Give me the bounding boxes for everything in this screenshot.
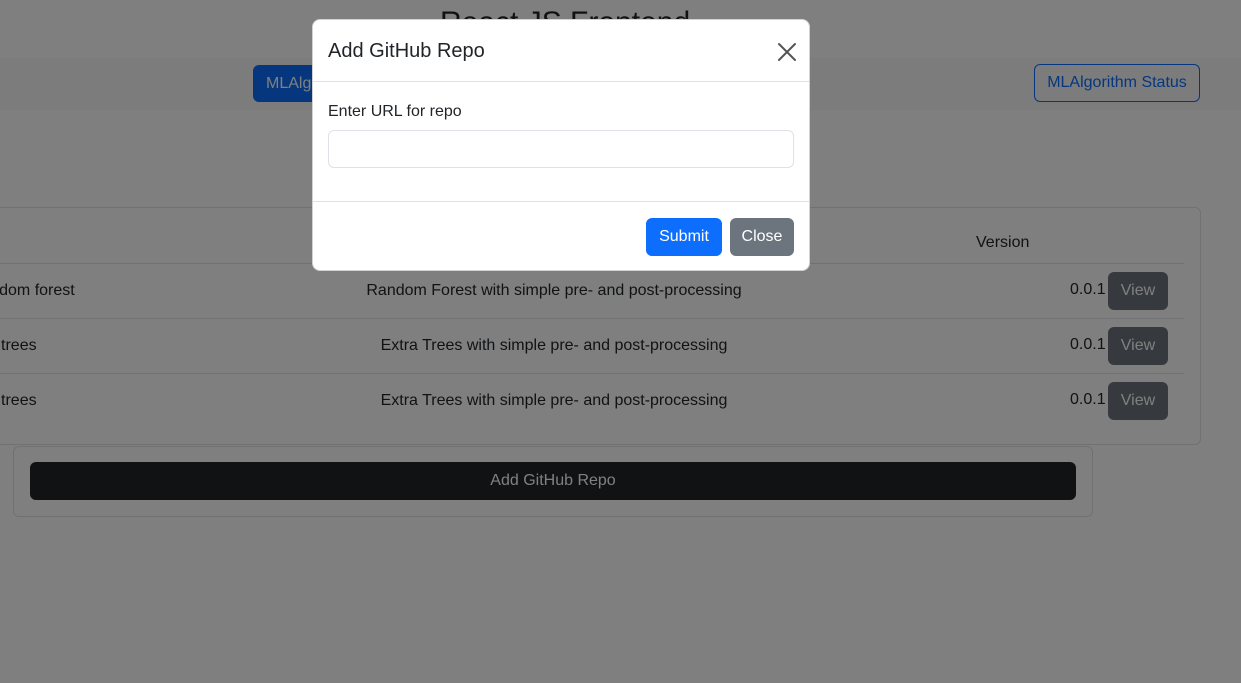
modal-footer: Submit Close bbox=[313, 201, 809, 270]
modal-title: Add GitHub Repo bbox=[328, 40, 485, 62]
modal-body: Enter URL for repo bbox=[313, 82, 809, 201]
add-repo-modal: Add GitHub Repo Enter URL for repo Submi… bbox=[312, 19, 810, 271]
submit-button[interactable]: Submit bbox=[646, 218, 722, 256]
close-button[interactable]: Close bbox=[730, 218, 794, 256]
modal-header: Add GitHub Repo bbox=[313, 20, 809, 82]
repo-url-label: Enter URL for repo bbox=[328, 103, 462, 120]
close-icon[interactable] bbox=[773, 38, 801, 66]
close-icon-glyph bbox=[778, 43, 796, 61]
repo-url-input[interactable] bbox=[328, 130, 794, 168]
